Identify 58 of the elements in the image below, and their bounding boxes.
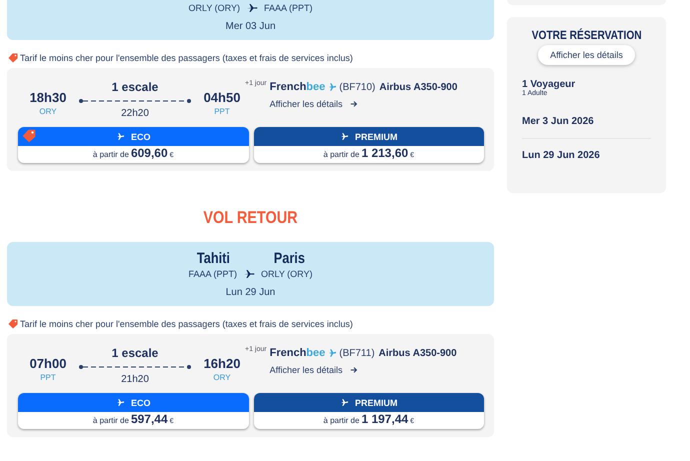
airport-name: FAAA (PPT) [264, 3, 313, 13]
airplane-icon [243, 268, 255, 280]
flight-number: (BF710) [339, 82, 376, 92]
price-amount: 1 197,44 [361, 412, 408, 426]
stops-label: 1 escale [112, 80, 158, 94]
details-button[interactable]: Afficher les détails [538, 45, 635, 65]
airport-code: PPT [214, 107, 230, 116]
flight-date: Mer 03 Jun [225, 21, 276, 32]
flight-date: Lun 29 Jun [226, 287, 276, 298]
fare-name: PREMIUM [355, 132, 398, 142]
fare-name: PREMIUM [355, 398, 398, 408]
price-amount: 609,60 [130, 146, 168, 160]
aircraft-name: Airbus A350-900 [378, 348, 457, 358]
city-name: Paris [273, 250, 305, 267]
airport-code: PPT [40, 373, 56, 382]
airport-code: ORY [213, 373, 231, 382]
fare-notice: Tarif le moins cher pour l'ensemble des passagers (taxes et frais de services inclus) [20, 53, 353, 63]
airline-logo: Frenchbee [270, 81, 326, 93]
flight-number: (BF711) [339, 348, 375, 358]
arrival-time: 16h20 [204, 356, 240, 371]
airport-name: ORLY (ORY) [261, 269, 313, 279]
arrow-icon [350, 366, 358, 374]
airplane-icon [116, 132, 125, 141]
departure-time: 18h30 [30, 90, 66, 105]
price-prefix: à partir de [323, 150, 360, 159]
duration: 21h20 [121, 374, 149, 385]
reservation-title: VOTRE RÉSERVATION [532, 28, 642, 42]
travelers-count: 1 Voyageur [522, 79, 576, 90]
price-amount: 597,44 [130, 412, 168, 426]
tag-icon [8, 319, 18, 329]
fare-name: ECO [130, 398, 150, 408]
stops-label: 1 escale [112, 346, 158, 360]
airline-logo: Frenchbee [270, 347, 326, 359]
airplane-icon [340, 132, 349, 141]
arrow-icon [350, 100, 358, 108]
price-prefix: à partir de [323, 416, 360, 425]
details-link[interactable]: Afficher les détails [270, 365, 342, 375]
details-link[interactable]: Afficher les détails [270, 99, 342, 109]
airplane-icon [116, 398, 125, 407]
city-name: Tahiti [196, 250, 230, 267]
airplane-icon [246, 2, 258, 14]
aircraft-name: Airbus A350-900 [379, 82, 458, 92]
airport-name: FAAA (PPT) [188, 269, 237, 279]
airport-name: ORLY (ORY) [188, 3, 240, 13]
departure-time: 07h00 [30, 356, 66, 371]
airplane-icon [340, 398, 349, 407]
price-prefix: à partir de [92, 150, 129, 159]
price-amount: 1 213,60 [361, 146, 408, 160]
fare-name: ECO [130, 132, 150, 142]
section-heading: VOL RETOUR [202, 208, 299, 228]
price-prefix: à partir de [92, 416, 129, 425]
airport-code: ORY [39, 107, 57, 116]
trip-date: Mer 3 Jun 2026 [522, 116, 595, 127]
trip-date: Lun 29 Jun 2026 [522, 150, 601, 161]
fare-notice: Tarif le moins cher pour l'ensemble des passagers (taxes et frais de services inclus) [20, 319, 353, 329]
tag-icon [8, 53, 18, 63]
duration: 22h20 [121, 108, 149, 119]
arrival-time: 04h50 [204, 90, 240, 105]
